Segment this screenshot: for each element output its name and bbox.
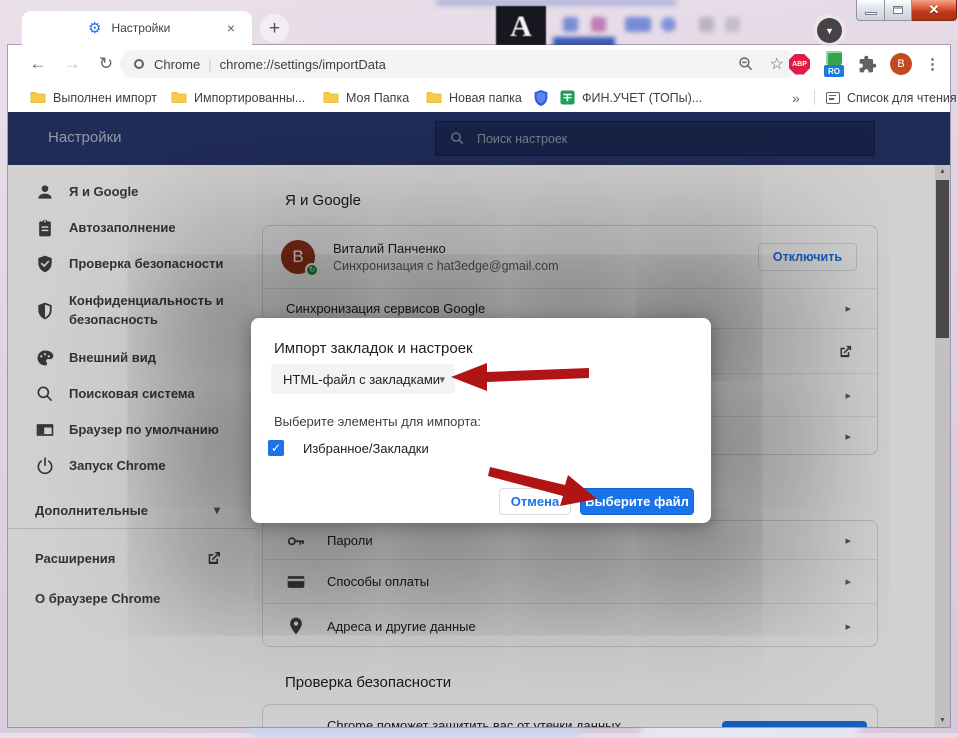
cancel-button[interactable]: Отмена [499,488,571,515]
bookmark-sheet[interactable]: ФИН.УЧЕТ (ТОПы)... [560,83,702,112]
folder-icon [30,91,46,104]
background-icon [591,17,606,32]
bookmark-star-icon[interactable]: ☆ [770,54,784,74]
select-items-label: Выберите элементы для импорта: [274,414,481,429]
adblock-extension-icon[interactable]: ABP [789,54,810,75]
bookmark-shield[interactable] [533,83,549,112]
url-text: chrome://settings/importData [220,57,386,72]
profile-avatar[interactable]: B [890,53,912,75]
browser-menu-icon[interactable]: ⋮ [925,55,940,73]
folder-icon [323,91,339,104]
shield-favicon-icon [533,89,549,107]
url-separator: | [208,57,211,72]
bookmarks-overflow-chevron[interactable]: » [792,83,800,112]
extensions-puzzle-icon[interactable] [858,55,877,74]
browser-tab[interactable]: ⚙ Настройки × [22,11,252,45]
chevron-down-icon: ▾ [439,373,445,386]
background-logo-a: A [496,6,546,48]
ro-extension-shape [826,51,842,66]
checkbox-label: Избранное/Закладки [303,441,429,456]
dialog-buttons: Отмена Выберите файл [499,488,694,515]
bookmarks-divider [814,90,815,105]
reload-button[interactable]: ↻ [92,45,120,83]
bookmarks-checkbox-row[interactable]: ✓ Избранное/Закладки [268,440,429,456]
folder-icon [171,91,187,104]
forward-button[interactable]: → [58,45,86,83]
background-icon [661,17,676,32]
extension-area: ABP RO B ⋮ [789,45,940,83]
close-icon: ✕ [929,2,940,18]
background-icon [699,17,714,32]
close-window-button[interactable]: ✕ [912,0,957,21]
settings-gear-favicon-icon: ⚙ [88,21,101,36]
spreadsheet-icon [560,90,575,105]
background-icon [563,17,578,32]
choose-file-button[interactable]: Выберите файл [580,488,694,515]
zoom-indicator-icon[interactable] [738,56,754,72]
minimize-button[interactable] [856,0,885,21]
background-icon [625,17,651,32]
url-origin: Chrome [154,57,200,72]
address-bar[interactable]: Chrome | chrome://settings/importData ☆ [120,50,798,78]
chrome-product-icon [134,59,144,69]
bookmarks-bar: Выполнен импорт Импортированны... Моя Па… [8,83,950,112]
dropdown-value: HTML-файл с закладками [283,372,440,387]
new-tab-button[interactable]: + [260,14,289,43]
background-icon [725,17,740,32]
minimize-icon [865,12,877,15]
import-source-dropdown[interactable]: HTML-файл с закладками ▾ [271,364,455,394]
screenshot-root: { "window": { "tab_title": "Настройки", … [0,0,958,733]
ro-extension-badge: RO [824,65,844,77]
dropdown-circle-icon[interactable]: ▼ [817,18,842,43]
bookmark-folder[interactable]: Моя Папка [323,83,409,112]
window-controls: ✕ [856,0,957,21]
maximize-icon [893,6,903,14]
reading-list-icon [826,92,840,104]
bookmark-folder[interactable]: Выполнен импорт [30,83,157,112]
dialog-title: Импорт закладок и настроек [274,340,473,357]
folder-icon [426,91,442,104]
settings-page: Настройки Поиск настроек Я и Google Авто… [8,112,950,727]
import-dialog: Импорт закладок и настроек HTML-файл с з… [251,318,711,523]
bookmark-folder[interactable]: Импортированны... [171,83,305,112]
bookmark-folder[interactable]: Новая папка [426,83,522,112]
tab-title: Настройки [111,21,222,35]
checkbox-checked-icon[interactable]: ✓ [268,440,284,456]
background-window-edge [436,0,676,5]
tab-close-icon[interactable]: × [222,19,240,37]
back-button[interactable]: ← [24,45,52,83]
browser-toolbar: ← → ↻ Chrome | chrome://settings/importD… [8,45,950,83]
ro-extension-icon[interactable]: RO [823,51,845,77]
reading-list-button[interactable]: Список для чтения [826,83,957,112]
maximize-button[interactable] [885,0,912,21]
